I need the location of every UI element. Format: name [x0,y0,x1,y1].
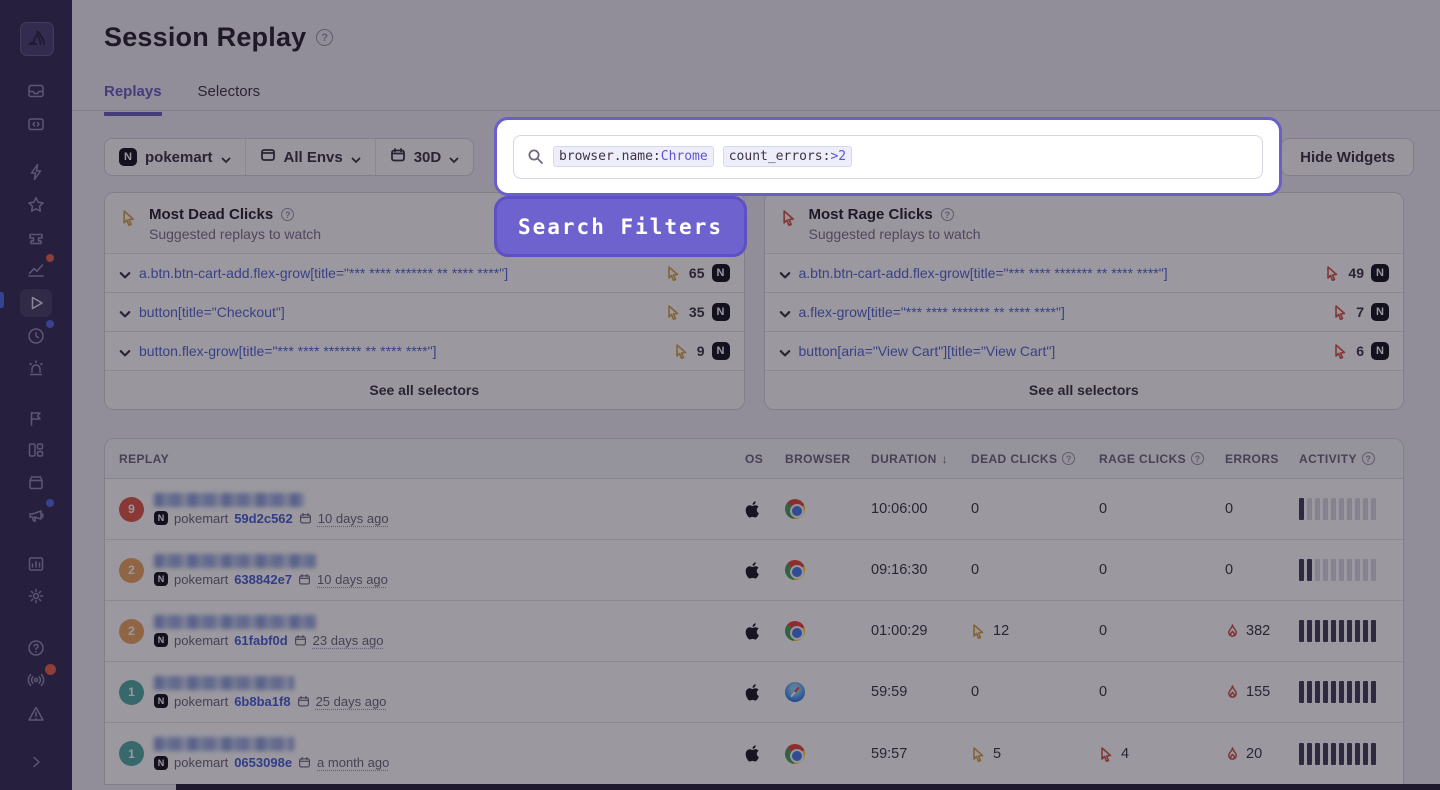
search-filters-spotlight: browser.name:Chrome count_errors:>2 [494,117,1282,196]
search-input[interactable]: browser.name:Chrome count_errors:>2 [513,135,1263,179]
search-token-errors[interactable]: count_errors:>2 [723,146,852,167]
search-icon [527,148,544,165]
search-filters-tooltip: Search Filters [494,196,747,257]
search-token-browser[interactable]: browser.name:Chrome [553,146,714,167]
